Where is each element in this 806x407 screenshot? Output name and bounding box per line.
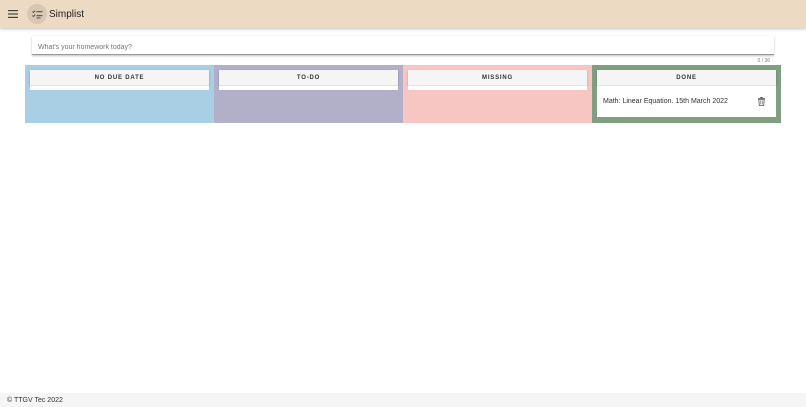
task-text: Math: Linear Equation. 15th March 2022 [603, 98, 728, 105]
column-list [408, 85, 587, 90]
checklist-icon [31, 9, 42, 18]
homework-input[interactable] [32, 38, 774, 57]
menu-button[interactable] [5, 6, 21, 22]
task-item[interactable]: Math: Linear Equation. 15th March 2022 [597, 86, 776, 117]
column-list: Math: Linear Equation. 15th March 2022 [597, 85, 776, 117]
column-to-do: TO-DO [214, 65, 403, 123]
column-header: MISSING [408, 70, 587, 85]
homework-input-container [32, 36, 774, 57]
logo-button[interactable] [27, 4, 47, 24]
app-bar: Simplist [0, 0, 806, 28]
task-board: NO DUE DATE TO-DO MISSING DONE Math: Lin… [25, 65, 781, 123]
character-counter: 0 / 36 [757, 58, 770, 64]
copyright-text: © TTGV Tec 2022 [7, 396, 63, 404]
column-list [219, 85, 398, 90]
menu-icon [8, 10, 18, 18]
column-header: DONE [597, 70, 776, 85]
column-missing: MISSING [403, 65, 592, 123]
footer: © TTGV Tec 2022 [0, 393, 806, 407]
column-header: NO DUE DATE [30, 70, 209, 85]
column-no-due-date: NO DUE DATE [25, 65, 214, 123]
delete-task-button[interactable] [756, 97, 766, 107]
app-title: Simplist [49, 8, 85, 20]
column-list [30, 85, 209, 90]
trash-icon [757, 97, 765, 106]
column-header: TO-DO [219, 70, 398, 85]
column-done: DONE Math: Linear Equation. 15th March 2… [592, 65, 781, 123]
